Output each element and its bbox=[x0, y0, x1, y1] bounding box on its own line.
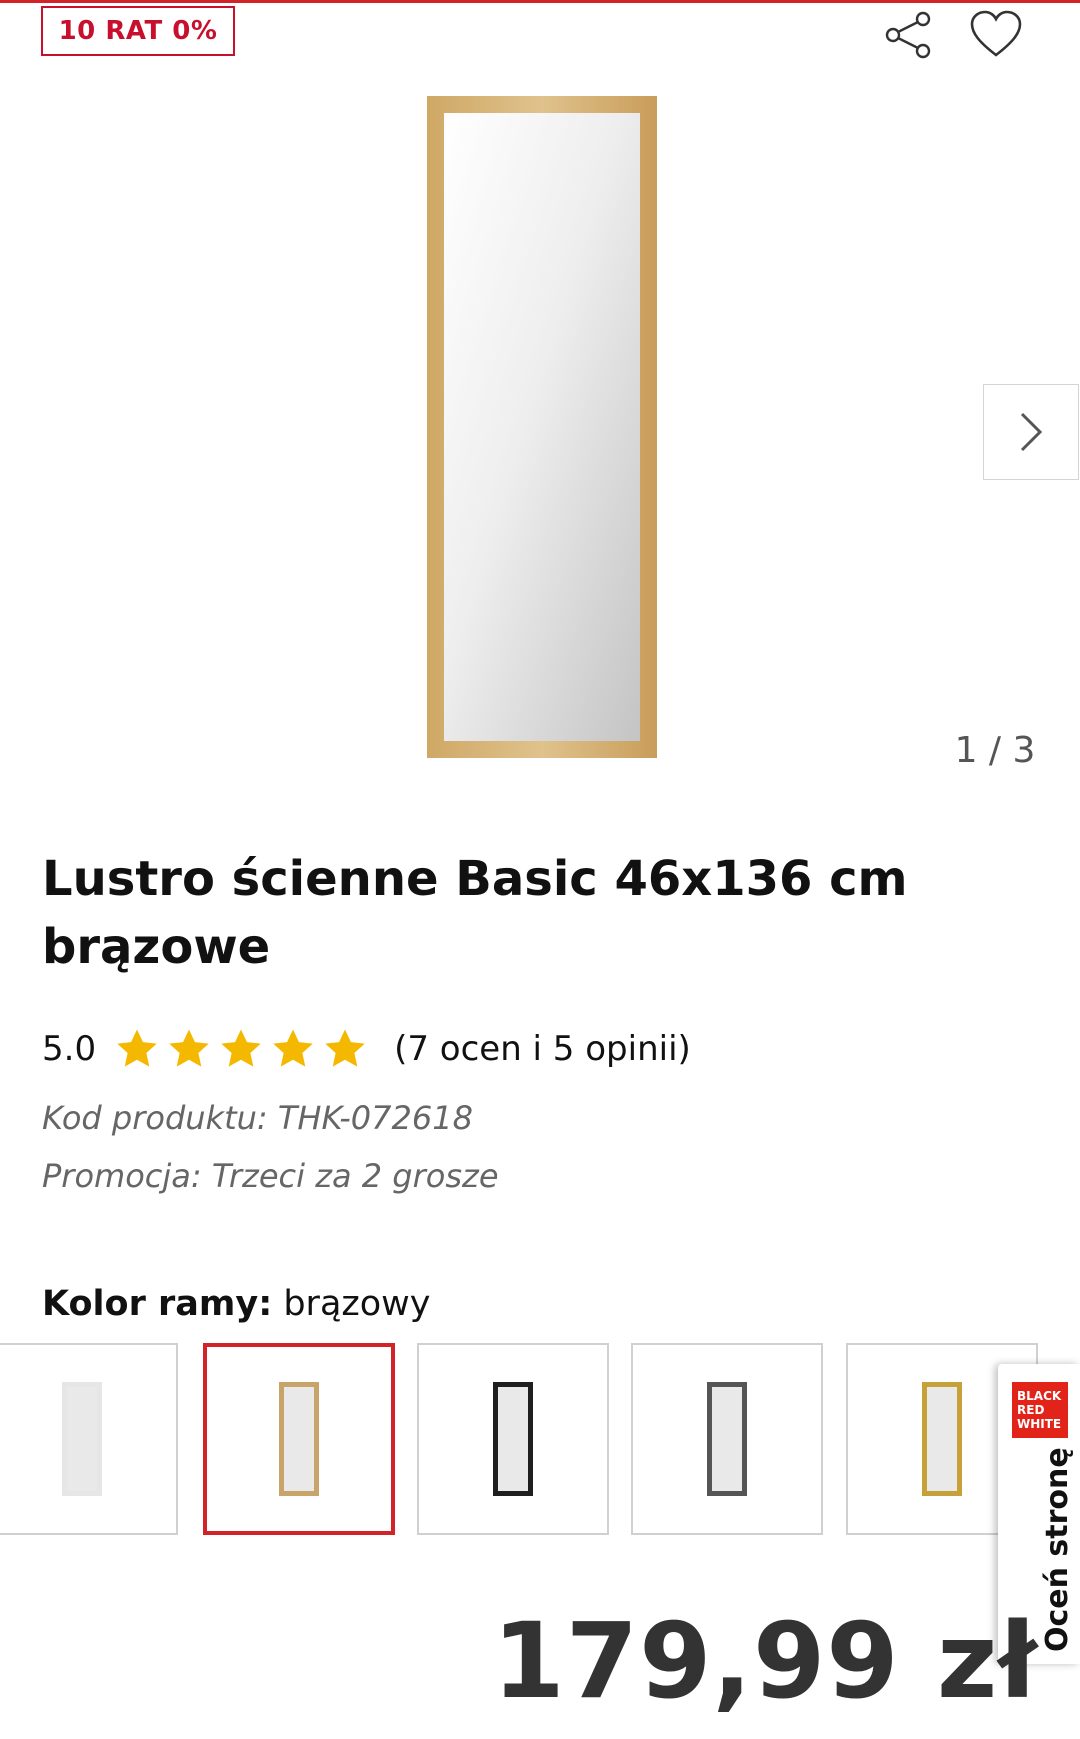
product-price: 179,99 zł bbox=[492, 1600, 1038, 1722]
rating-row[interactable]: 5.0 (7 ocen i 5 opinii) bbox=[42, 1024, 691, 1074]
installments-badge[interactable]: 10 RAT 0% bbox=[41, 6, 235, 56]
color-swatch[interactable] bbox=[631, 1343, 823, 1535]
heart-icon[interactable] bbox=[966, 4, 1026, 64]
brand-logo: BLACK RED WHITE bbox=[1012, 1382, 1068, 1438]
rating-value: 5.0 bbox=[42, 1029, 97, 1069]
color-swatches bbox=[0, 1343, 1040, 1535]
swatch-mirror-image bbox=[62, 1382, 102, 1496]
swatch-mirror-image bbox=[493, 1382, 533, 1496]
star-icon bbox=[169, 1029, 209, 1067]
product-title: Lustro ścienne Basic 46x136 cm brązowe bbox=[42, 851, 908, 975]
star-icon bbox=[221, 1029, 261, 1067]
color-swatch[interactable] bbox=[203, 1343, 395, 1535]
swatch-mirror-image bbox=[279, 1382, 319, 1496]
swatch-mirror-image bbox=[922, 1382, 962, 1496]
star-icon bbox=[325, 1029, 365, 1067]
frame-color-label: Kolor ramy: brązowy bbox=[42, 1284, 431, 1324]
next-image-button[interactable] bbox=[983, 384, 1079, 480]
star-icon bbox=[117, 1029, 157, 1067]
frame-color-title: Kolor ramy: bbox=[42, 1284, 273, 1324]
rate-page-label: Oceń stronę bbox=[1040, 1447, 1075, 1652]
product-image bbox=[427, 96, 657, 758]
image-counter: 1 / 3 bbox=[954, 730, 1036, 771]
color-swatch[interactable] bbox=[417, 1343, 609, 1535]
top-accent-line bbox=[0, 0, 1080, 3]
share-icon[interactable] bbox=[880, 6, 938, 64]
chevron-right-icon bbox=[1020, 412, 1043, 452]
promotion-text: Promocja: Trzeci za 2 grosze bbox=[42, 1157, 499, 1195]
product-code: Kod produktu: THK-072618 bbox=[42, 1099, 473, 1137]
rating-count[interactable]: (7 ocen i 5 opinii) bbox=[394, 1029, 691, 1069]
rating-stars bbox=[114, 1026, 368, 1072]
frame-color-value: brązowy bbox=[283, 1284, 431, 1324]
star-icon bbox=[273, 1029, 313, 1067]
color-swatch[interactable] bbox=[0, 1343, 178, 1535]
product-gallery[interactable]: 1 / 3 bbox=[0, 70, 1080, 790]
swatch-mirror-image bbox=[707, 1382, 747, 1496]
